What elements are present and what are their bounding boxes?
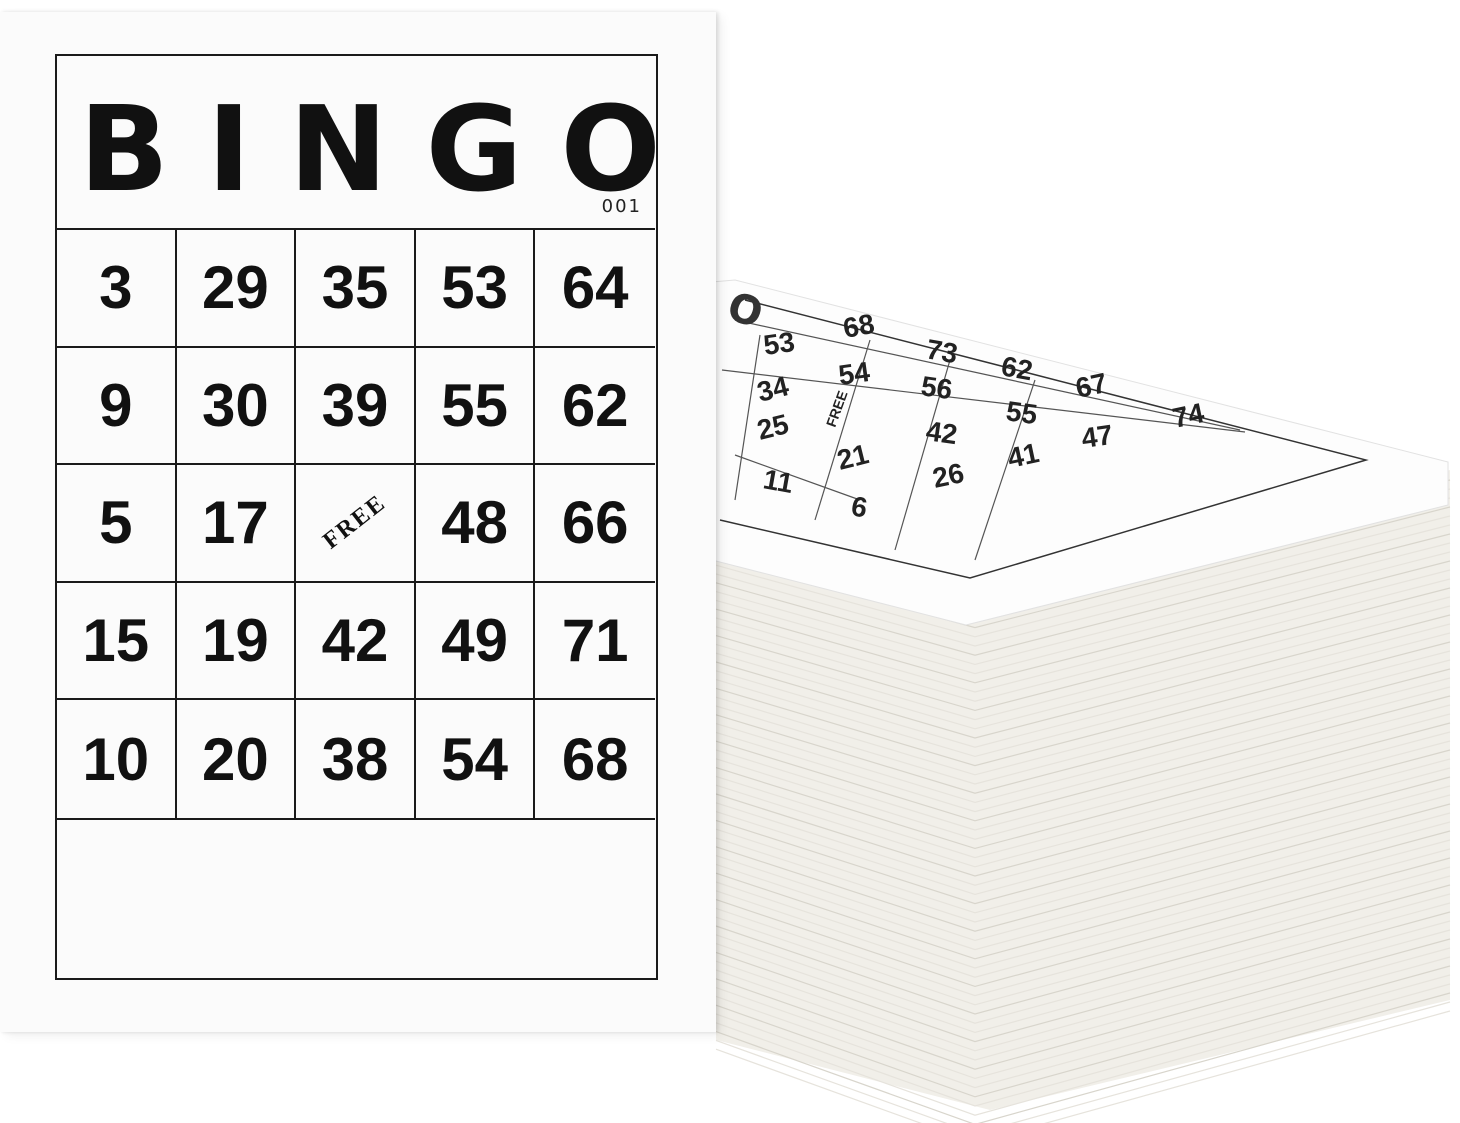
stack-number: 26 [930, 457, 967, 494]
cell-number: 19 [202, 607, 269, 675]
grid-cell: 35 [296, 230, 416, 348]
grid-cell: 71 [535, 583, 655, 701]
cell-number: 29 [202, 254, 269, 322]
stack-number: 73 [924, 333, 960, 369]
cell-number: 53 [441, 254, 508, 322]
grid-cell: FREE [296, 465, 416, 583]
stack-number: 68 [841, 308, 877, 344]
front-bingo-card: BINGO 001 3 29 35 53 64 9 30 39 55 62 5 17 FREE 48 66 1… [0, 12, 716, 1032]
grid-cell: 49 [415, 582, 536, 701]
stack-number: 56 [919, 370, 954, 405]
grid-cell: 29 [176, 230, 297, 348]
cell-number: 62 [561, 371, 629, 439]
number-grid: 3 29 35 53 64 9 30 39 55 62 5 17 FREE 48 66 15 19 42 49 71 1… [57, 228, 655, 820]
grid-cell: 54 [416, 700, 536, 818]
cell-number: 54 [441, 725, 508, 793]
card-serial: 001 [601, 196, 642, 217]
stack-number: 47 [1080, 419, 1115, 454]
grid-cell: 55 [415, 347, 536, 466]
cell-number: 17 [202, 489, 269, 557]
grid-cell: 19 [176, 582, 297, 701]
stack-number: 62 [999, 350, 1035, 386]
grid-cell: 66 [535, 465, 655, 583]
grid-cell: 30 [176, 347, 297, 466]
grid-cell: 53 [415, 230, 536, 348]
cell-number: 42 [321, 607, 389, 675]
free-space-label: FREE [318, 490, 392, 556]
card-frame: BINGO 001 3 29 35 53 64 9 30 39 55 62 5 17 FREE 48 66 1… [55, 54, 699, 980]
cell-number: 10 [82, 725, 150, 793]
grid-cell: 38 [296, 700, 416, 818]
cell-number: 9 [99, 371, 133, 439]
grid-cell: 20 [177, 700, 297, 818]
cell-number: 71 [561, 607, 629, 675]
grid-cell: 39 [296, 347, 416, 466]
grid-cell: 17 [176, 465, 297, 583]
stack-number: 55 [1004, 395, 1039, 430]
cell-number: 20 [202, 725, 269, 793]
cell-number: 55 [441, 371, 508, 439]
cell-number: 35 [321, 254, 389, 322]
cell-number: 64 [561, 254, 629, 322]
cell-number: 30 [202, 371, 269, 439]
stack-number: 11 [761, 463, 796, 499]
grid-cell: 3 [57, 230, 177, 348]
grid-cell: 68 [535, 700, 655, 818]
grid-cell: 10 [57, 700, 177, 818]
stack-number: 42 [924, 415, 959, 450]
grid-cell: 5 [57, 465, 177, 583]
cell-number: 5 [99, 489, 133, 557]
cell-number: 3 [99, 254, 133, 322]
grid-cell: 64 [535, 230, 655, 348]
stack-number: 41 [1005, 437, 1042, 474]
cell-number: 49 [441, 607, 508, 675]
card-title: BINGO [79, 80, 699, 218]
cell-number: 38 [321, 725, 389, 793]
cell-number: 68 [561, 725, 629, 793]
stack-number: 53 [762, 326, 797, 361]
cell-number: 48 [441, 489, 508, 557]
cell-number: 66 [561, 489, 629, 557]
grid-cell: 48 [415, 465, 536, 583]
grid-cell: 42 [296, 582, 416, 701]
grid-cell: 15 [57, 582, 177, 701]
cell-number: 15 [82, 607, 150, 675]
grid-cell: 9 [57, 347, 177, 466]
stack-number: 67 [1073, 367, 1110, 404]
grid-cell: 62 [535, 348, 655, 466]
cell-number: 39 [321, 371, 389, 439]
stack-number: 54 [837, 356, 873, 391]
